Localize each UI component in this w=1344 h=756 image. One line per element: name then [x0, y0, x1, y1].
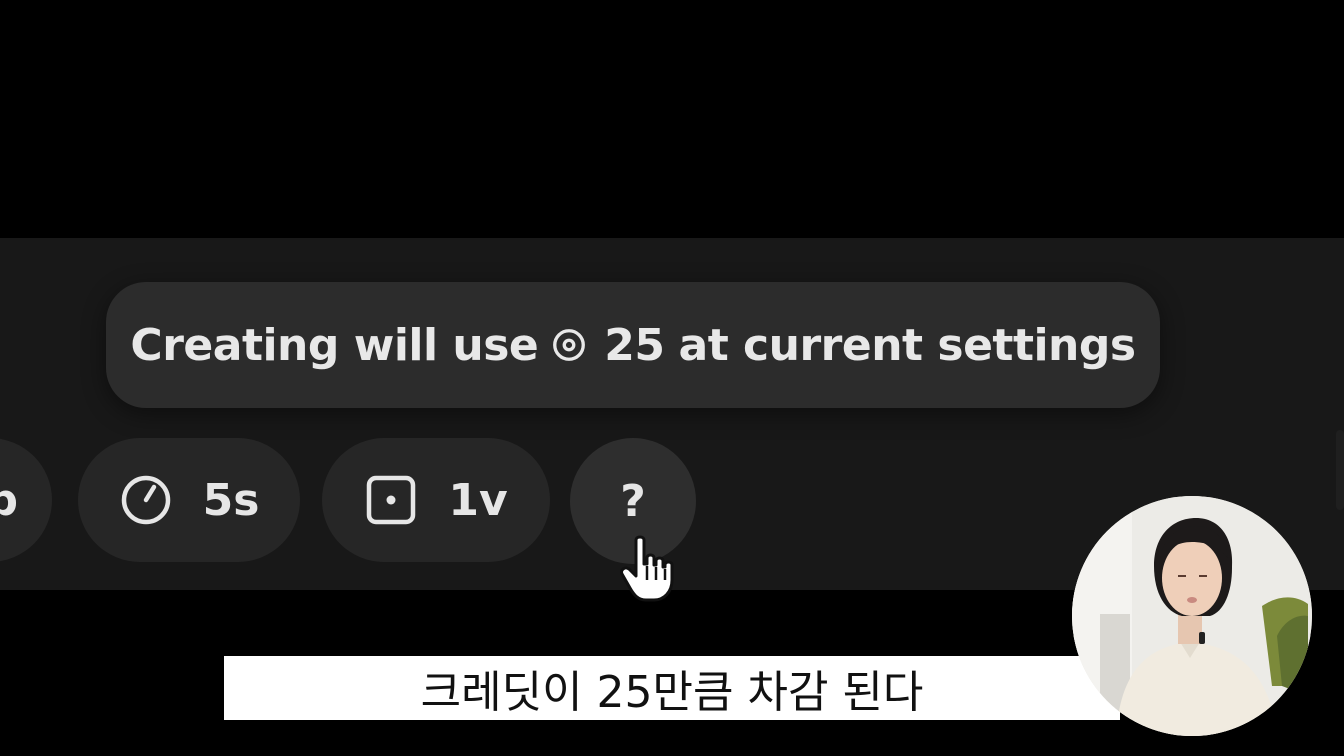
presenter-image	[1072, 496, 1312, 736]
square-dot-icon	[364, 473, 418, 527]
duration-label: 5s	[202, 474, 260, 526]
credit-coin-icon	[550, 326, 588, 364]
tooltip-text-prefix: Creating will use	[130, 319, 539, 371]
credit-amount: 25	[604, 319, 665, 371]
credit-usage-tooltip: Creating will use 25 at current settings	[106, 282, 1160, 408]
partial-pill-label: p	[0, 474, 18, 526]
help-label: ?	[620, 475, 646, 527]
stopwatch-icon	[119, 473, 173, 527]
presenter-webcam-overlay	[1072, 496, 1312, 736]
duration-button[interactable]: 5s	[78, 438, 300, 562]
video-subtitle: 크레딧이 25만큼 차감 된다	[224, 656, 1120, 720]
variations-button[interactable]: 1v	[322, 438, 550, 562]
hand-pointer-cursor-icon	[618, 534, 676, 602]
tooltip-text-suffix: at current settings	[678, 319, 1137, 371]
offscreen-pill-edge	[1336, 430, 1344, 510]
video-frame: Creating will use 25 at current settings…	[0, 0, 1344, 756]
subtitle-text: 크레딧이 25만큼 차감 된다	[420, 667, 924, 718]
variations-label: 1v	[448, 474, 508, 526]
